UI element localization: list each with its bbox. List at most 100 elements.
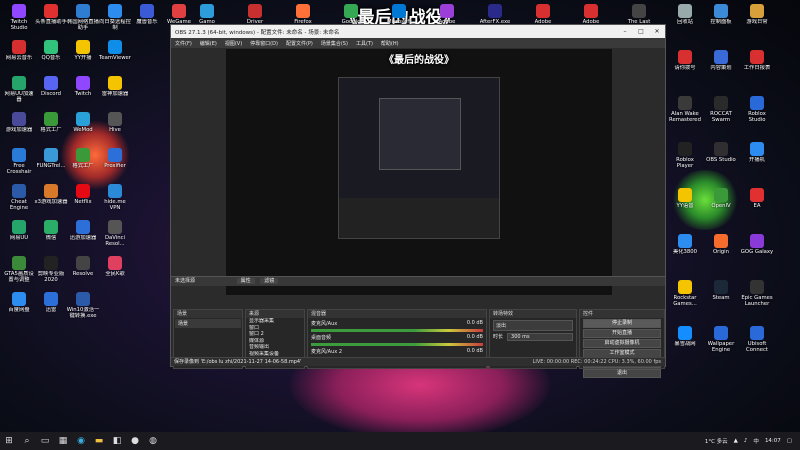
desktop-shortcut[interactable]: YY语音 [668,188,702,209]
desktop-shortcut[interactable]: 格式工厂 [34,112,68,133]
scene-item[interactable]: 场景 [175,319,241,328]
file-explorer-icon[interactable]: ▬ [90,432,108,450]
desktop-shortcut[interactable]: Win10激活一键转换.exe [66,292,100,319]
desktop-shortcut[interactable]: Google [334,4,368,25]
desktop-shortcut[interactable]: Netflix [66,184,100,205]
menu-item[interactable]: 视图(V) [225,40,242,47]
desktop-shortcut[interactable]: QQ音乐 [34,40,68,61]
desktop-shortcut[interactable]: Proxifier [98,148,132,169]
desktop-shortcut[interactable]: Alan Wake Remastered [668,96,702,123]
control-button[interactable]: 开始直播 [583,329,661,338]
desktop-shortcut[interactable]: EA [740,188,774,209]
filters-button[interactable]: 滤镜 [260,278,279,284]
transition-duration-input[interactable]: 300 ms [507,333,573,341]
desktop-shortcut[interactable]: Free Crosshair [2,148,36,175]
menu-item[interactable]: 工具(T) [356,40,373,47]
desktop-shortcut[interactable]: 全民K歌 [98,256,132,277]
desktop-shortcut[interactable]: DaVinci Resol... [98,220,132,247]
obs-titlebar[interactable]: OBS 27.1.3 (64-bit, windows) - 配置文件: 未命名… [171,25,665,38]
search-icon[interactable]: ⌕ [18,432,36,450]
widgets-icon[interactable]: ▦ [54,432,72,450]
desktop-shortcut[interactable]: Twitch Studio [2,4,36,31]
desktop-shortcut[interactable]: 工作日报表 [740,50,774,71]
desktop-shortcut[interactable]: Rockstar Games... [668,280,702,307]
desktop-shortcut[interactable]: 美化3800 [668,234,702,255]
desktop-shortcut[interactable]: 控制面板 [704,4,738,25]
desktop-shortcut[interactable]: Twitch [66,76,100,97]
desktop-shortcut[interactable]: 网易云音乐 [2,40,36,61]
notifications-icon[interactable]: ▢ [787,438,792,444]
volume-icon[interactable]: ♪ [744,438,748,444]
menu-item[interactable]: 停靠窗口(D) [250,40,278,47]
desktop-shortcut[interactable]: 请你拨号 [668,50,702,71]
desktop-shortcut[interactable]: FUNGTrel... [34,148,68,169]
desktop-shortcut[interactable]: Driver [238,4,272,25]
desktop-shortcut[interactable]: Hive [98,112,132,133]
desktop-shortcut[interactable]: WeMod [66,112,100,133]
desktop-shortcut[interactable]: Wallpaper Engine [704,326,738,353]
desktop-shortcut[interactable]: Adobe [526,4,560,25]
desktop-shortcut[interactable]: hide.me VPN [98,184,132,211]
desktop-shortcut[interactable]: 头条直播助手 [34,4,68,25]
desktop-shortcut[interactable]: 韩国网络直播助手 [66,4,100,31]
menu-item[interactable]: 编辑(E) [200,40,217,47]
desktop-shortcut[interactable]: Firefox [286,4,320,25]
desktop-shortcut[interactable]: 百度网盘 [2,292,36,313]
desktop-shortcut[interactable]: Discord [34,76,68,97]
desktop-shortcut[interactable]: Gamo [190,4,224,25]
desktop-shortcut[interactable]: Roblox Studio [740,96,774,123]
desktop-shortcut[interactable]: Resolve [66,256,100,277]
network-icon[interactable]: ▲ [734,438,738,444]
volume-meter[interactable] [311,343,483,346]
control-button[interactable]: 退出 [583,369,661,378]
steam-taskbar-icon[interactable]: ◍ [144,432,162,450]
ime-indicator[interactable]: 中 [753,437,759,445]
volume-meter[interactable] [311,329,483,332]
desktop-shortcut[interactable]: 游戏日常 [740,4,774,25]
desktop-shortcut[interactable]: The Last [622,4,656,25]
desktop-shortcut[interactable]: Ubisoft Connect [740,326,774,353]
desktop-shortcut[interactable]: 迅游加速器 [66,220,100,241]
desktop-shortcut[interactable]: Microsoft [382,4,416,25]
close-icon[interactable]: ✕ [649,28,665,35]
desktop-shortcut[interactable]: 迅雷 [34,292,68,313]
desktop-shortcut[interactable]: 开播机 [740,142,774,163]
desktop-shortcut[interactable]: ROCCAT Swarm [704,96,738,123]
weather-status[interactable]: 1°C 多云 [705,437,728,445]
desktop-shortcut[interactable]: OBS Studio [704,142,738,163]
edge-icon[interactable]: ◉ [72,432,90,450]
desktop-shortcut[interactable]: 向日葵远程控制 [98,4,132,31]
desktop-shortcut[interactable]: GOG Galaxy [740,234,774,255]
maximize-icon[interactable]: □ [633,28,649,35]
minimize-icon[interactable]: – [617,28,633,35]
obs-preview[interactable]: 《最后的战役》 [226,49,612,295]
menu-item[interactable]: 场景集合(S) [321,40,348,47]
desktop-shortcut[interactable]: 游戏加速器 [2,112,36,133]
desktop-shortcut[interactable]: 暴雪战网 [668,326,702,347]
menu-item[interactable]: 配置文件(P) [286,40,313,47]
desktop-shortcut[interactable]: Cheat Engine [2,184,36,211]
desktop-shortcut[interactable]: YY开播 [66,40,100,61]
task-view-icon[interactable]: ▭ [36,432,54,450]
desktop-shortcut[interactable]: 雷神加速器 [98,76,132,97]
transition-type-select[interactable]: 淡出 [493,320,573,331]
start-icon[interactable]: ⊞ [0,432,18,450]
desktop-shortcut[interactable]: Steam [704,280,738,301]
menu-item[interactable]: 文件(F) [175,40,192,47]
properties-button[interactable]: 属性 [236,278,255,284]
desktop-shortcut[interactable]: Adobe [574,4,608,25]
obs-window[interactable]: OBS 27.1.3 (64-bit, windows) - 配置文件: 未命名… [170,24,666,378]
clock[interactable]: 14:07 [765,438,781,444]
desktop-shortcut[interactable]: 格式工厂 [66,148,100,169]
desktop-shortcut[interactable]: TeamViewer [98,40,132,61]
desktop-shortcut[interactable]: 剪映专业版 2020 [34,256,68,283]
desktop-shortcut[interactable]: Origin [704,234,738,255]
desktop-shortcut[interactable]: AfterFX.exe [478,4,512,25]
desktop-shortcut[interactable]: 魔兽音乐 [130,4,164,25]
desktop-shortcut[interactable]: 回收站 [668,4,702,25]
desktop-shortcut[interactable]: Roblox Player [668,142,702,169]
desktop-shortcut[interactable]: Epic Games Launcher [740,280,774,307]
desktop-shortcut[interactable]: 网易UU加速器 [2,76,36,103]
desktop-shortcut[interactable]: 网易UU [2,220,36,241]
store-icon[interactable]: ◧ [108,432,126,450]
